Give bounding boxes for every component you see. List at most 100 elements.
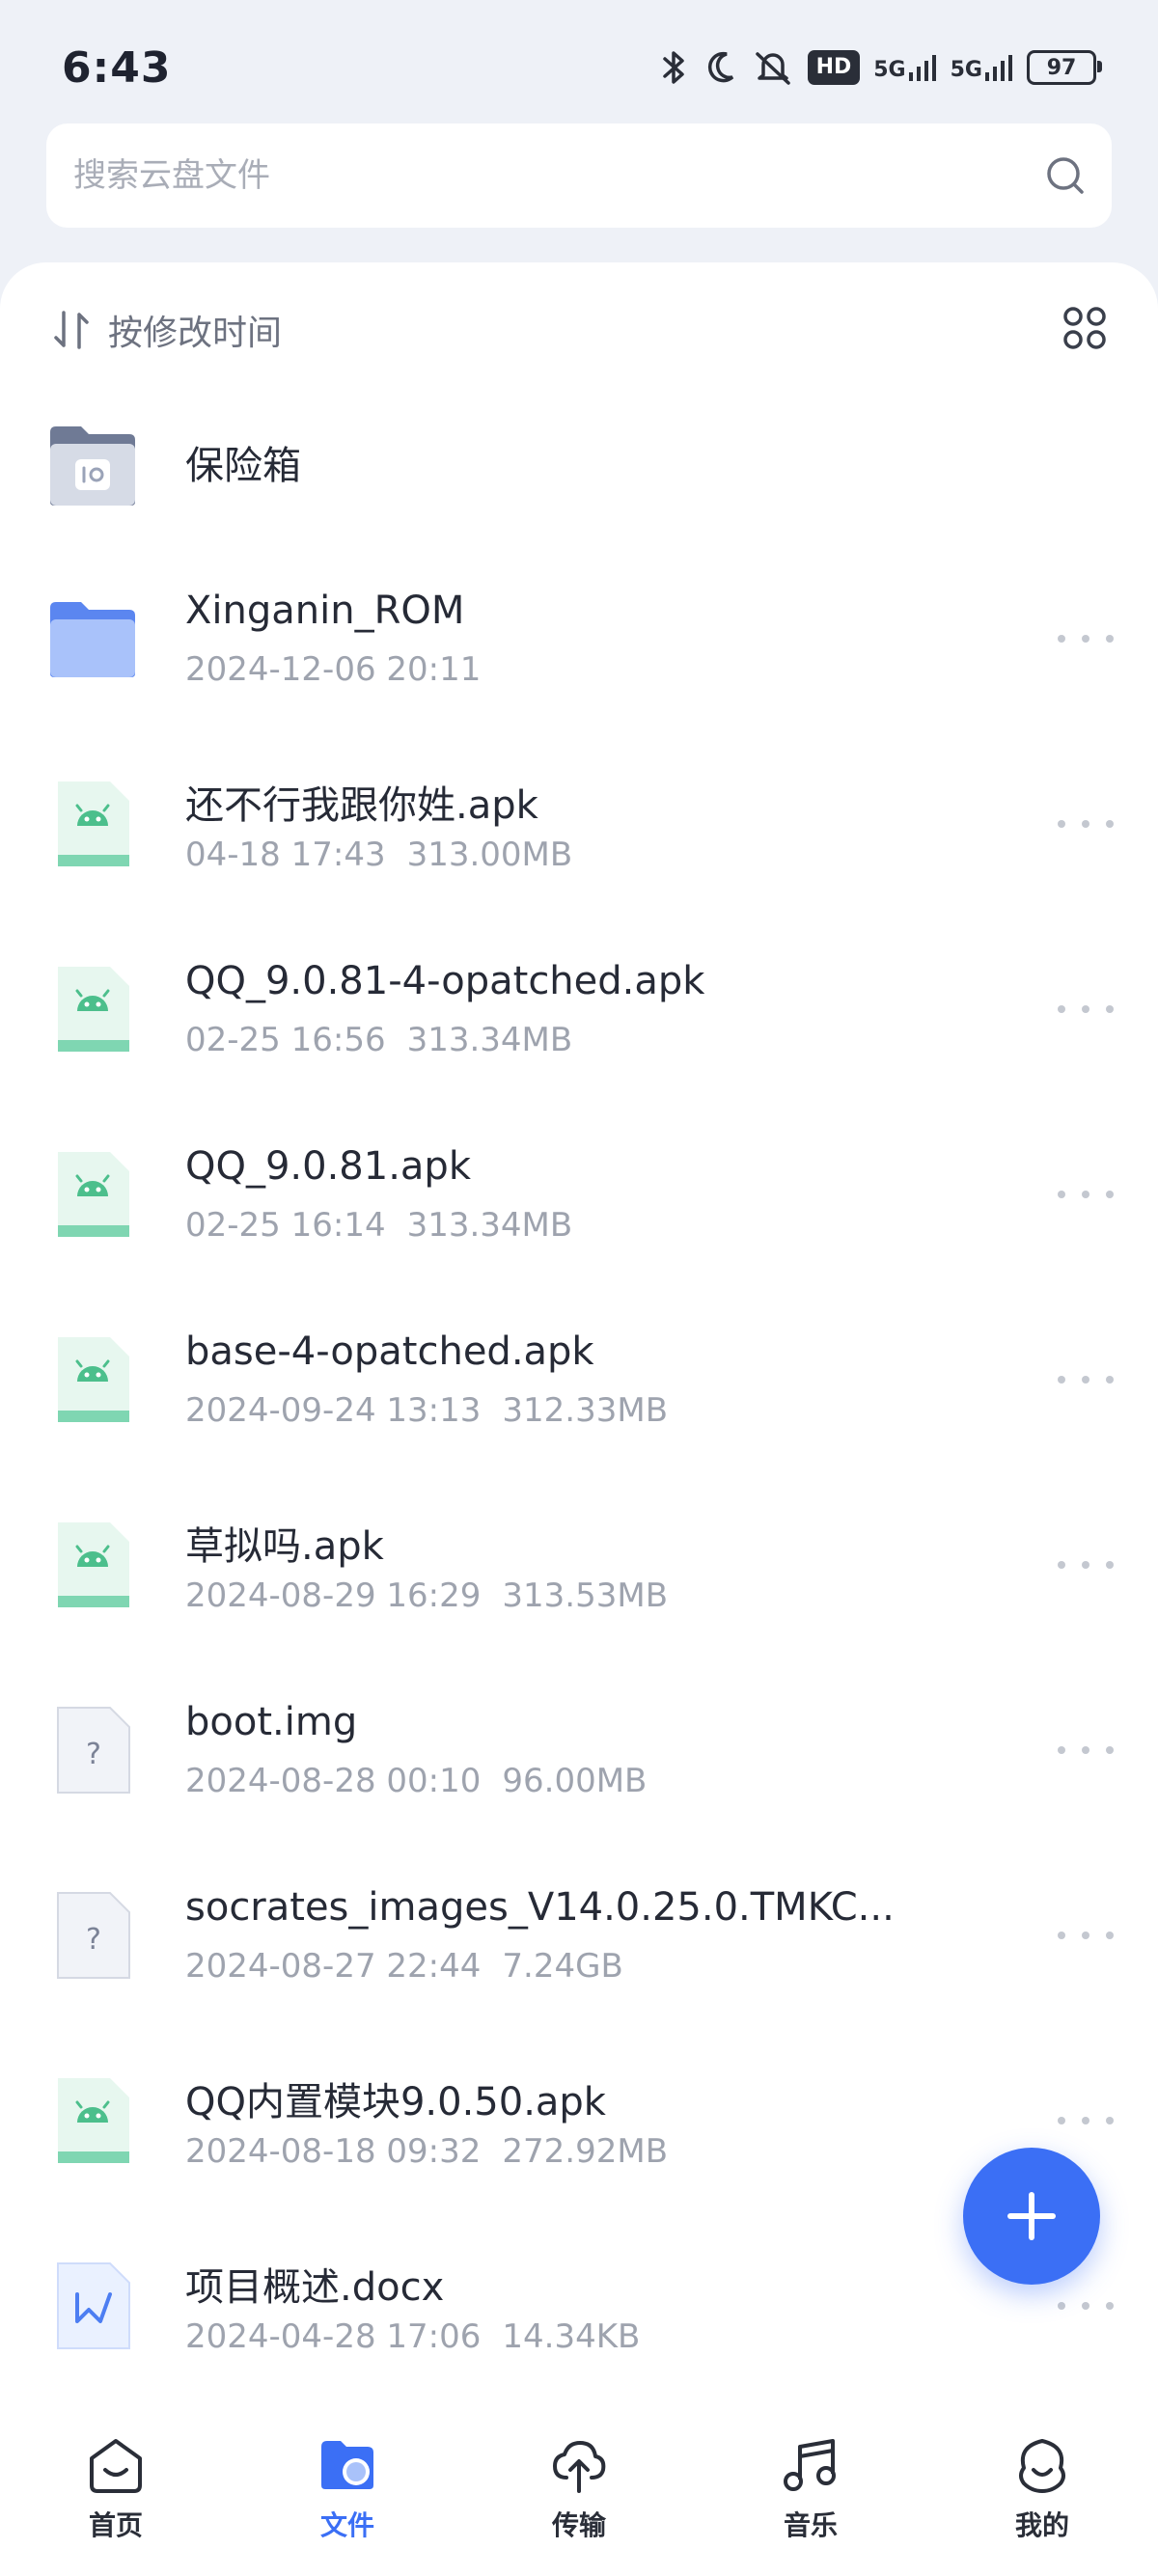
list-item-file[interactable]: ? socrates_images_V14.0.25.0.TMKC... 202… bbox=[0, 1843, 1158, 2028]
status-bar: 6:43 HD 5G 5G 97 bbox=[0, 0, 1158, 135]
more-options-button[interactable] bbox=[1058, 1179, 1114, 1210]
tab-label: 文件 bbox=[319, 2509, 374, 2541]
unknown-file-icon: ? bbox=[57, 1707, 130, 1794]
signal-2: 5G bbox=[951, 53, 1013, 82]
file-name: 还不行我跟你姓.apk bbox=[185, 783, 538, 828]
apk-file-icon bbox=[58, 967, 129, 1052]
tab-label: 我的 bbox=[1014, 2509, 1069, 2541]
file-name: Xinganin_ROM bbox=[185, 589, 465, 633]
hd-badge: HD bbox=[807, 50, 861, 85]
more-options-button[interactable] bbox=[1058, 994, 1114, 1025]
apk-file-icon bbox=[58, 1152, 129, 1237]
file-list: 保险箱 Xinganin_ROM 2024-12-06 20:11 还不行我跟你… bbox=[0, 384, 1158, 2398]
file-size: 313.00MB bbox=[406, 836, 573, 874]
file-name: 草拟吗.apk bbox=[185, 1524, 384, 1569]
sort-selector[interactable]: 按修改时间 bbox=[52, 301, 282, 359]
apk-file-icon bbox=[58, 781, 129, 866]
search-input[interactable] bbox=[71, 155, 1044, 196]
file-name: 保险箱 bbox=[185, 444, 301, 488]
file-meta: 02-25 16:14 313.34MB bbox=[185, 1206, 572, 1245]
file-meta: 2024-12-06 20:11 bbox=[185, 650, 481, 689]
file-date: 2024-08-28 00:10 bbox=[185, 1762, 482, 1800]
file-name: QQ_9.0.81-4-opatched.apk bbox=[185, 959, 705, 1003]
svg-text:?: ? bbox=[86, 1738, 101, 1771]
file-name: socrates_images_V14.0.25.0.TMKC... bbox=[185, 1885, 895, 1930]
file-date: 2024-12-06 20:11 bbox=[185, 650, 482, 689]
signal-2-label: 5G bbox=[950, 58, 982, 82]
tab-music[interactable]: 音乐 bbox=[695, 2414, 926, 2576]
status-icons: HD 5G 5G 97 bbox=[657, 48, 1102, 87]
file-date: 2024-09-24 13:13 bbox=[185, 1391, 482, 1430]
unknown-file-icon: ? bbox=[57, 1892, 130, 1979]
tab-label: 音乐 bbox=[783, 2509, 838, 2541]
signal-1-label: 5G bbox=[873, 58, 906, 82]
list-item-file[interactable]: QQ_9.0.81-4-opatched.apk 02-25 16:56 313.… bbox=[0, 917, 1158, 1102]
home-icon bbox=[90, 2439, 142, 2493]
file-date: 2024-08-29 16:29 bbox=[185, 1576, 482, 1615]
more-options-button[interactable] bbox=[1058, 1735, 1114, 1766]
search-bar[interactable] bbox=[46, 123, 1112, 228]
list-item-file[interactable]: base-4-opatched.apk 2024-09-24 13:13 312.… bbox=[0, 1287, 1158, 1472]
moon-icon bbox=[707, 51, 733, 83]
file-date: 04-18 17:43 bbox=[185, 836, 386, 874]
bottom-tab-bar: 首页 文件 传输 音乐 我的 bbox=[0, 2414, 1158, 2576]
tab-home[interactable]: 首页 bbox=[0, 2414, 232, 2576]
grid-view-icon[interactable] bbox=[1062, 305, 1108, 351]
more-options-button[interactable] bbox=[1058, 1364, 1114, 1395]
file-date: 2024-08-18 09:32 bbox=[185, 2132, 482, 2171]
file-size: 272.92MB bbox=[502, 2132, 669, 2171]
file-size: 313.34MB bbox=[406, 1021, 573, 1059]
tab-profile[interactable]: 我的 bbox=[926, 2414, 1158, 2576]
list-item-file[interactable]: ? boot.img 2024-08-28 00:10 96.00MB bbox=[0, 1658, 1158, 1843]
file-meta: 2024-09-24 13:13 312.33MB bbox=[185, 1391, 668, 1430]
tab-transfer[interactable]: 传输 bbox=[463, 2414, 695, 2576]
status-time: 6:43 bbox=[62, 42, 172, 93]
tab-label: 传输 bbox=[551, 2509, 606, 2541]
file-name: 项目概述.docx bbox=[185, 2265, 445, 2310]
file-meta: 2024-04-28 17:06 14.34KB bbox=[185, 2317, 640, 2356]
tab-label: 首页 bbox=[88, 2509, 143, 2541]
add-button[interactable] bbox=[963, 2148, 1100, 2285]
svg-text:?: ? bbox=[86, 1923, 101, 1957]
cloud-transfer-icon bbox=[553, 2441, 606, 2493]
more-options-button[interactable] bbox=[1058, 2105, 1114, 2136]
file-name: QQ内置模块9.0.50.apk bbox=[185, 2080, 606, 2124]
list-item-file[interactable]: QQ_9.0.81.apk 02-25 16:14 313.34MB bbox=[0, 1102, 1158, 1287]
file-meta: 2024-08-29 16:29 313.53MB bbox=[185, 1576, 668, 1615]
list-item-file[interactable]: 还不行我跟你姓.apk 04-18 17:43 313.00MB bbox=[0, 731, 1158, 917]
signal-1: 5G bbox=[873, 53, 936, 82]
list-item-folder[interactable]: Xinganin_ROM 2024-12-06 20:11 bbox=[0, 546, 1158, 731]
plus-icon bbox=[1007, 2192, 1056, 2240]
sort-icon bbox=[54, 311, 89, 349]
file-date: 02-25 16:14 bbox=[185, 1206, 386, 1245]
search-icon[interactable] bbox=[1044, 154, 1087, 197]
more-options-button[interactable] bbox=[1058, 1549, 1114, 1580]
file-list-panel: 按修改时间 保险箱 Xinganin_ROM 2024-12-06 20:11 … bbox=[0, 262, 1158, 2414]
file-date: 02-25 16:56 bbox=[185, 1021, 386, 1059]
tab-files[interactable]: 文件 bbox=[232, 2414, 463, 2576]
battery-indicator: 97 bbox=[1027, 50, 1102, 85]
apk-file-icon bbox=[58, 2078, 129, 2163]
file-size: 313.53MB bbox=[502, 1576, 669, 1615]
list-item-vault[interactable]: 保险箱 bbox=[0, 384, 1158, 546]
folder-icon bbox=[321, 2441, 373, 2489]
file-name: boot.img bbox=[185, 1700, 358, 1744]
more-options-button[interactable] bbox=[1058, 2290, 1114, 2321]
sort-label: 按修改时间 bbox=[108, 314, 283, 353]
file-meta: 02-25 16:56 313.34MB bbox=[185, 1021, 572, 1059]
more-options-button[interactable] bbox=[1058, 623, 1114, 654]
signal-bars-icon bbox=[908, 55, 936, 81]
file-size: 313.34MB bbox=[406, 1206, 573, 1245]
list-item-file[interactable]: 草拟吗.apk 2024-08-29 16:29 313.53MB bbox=[0, 1472, 1158, 1658]
file-size: 312.33MB bbox=[502, 1391, 669, 1430]
file-name: QQ_9.0.81.apk bbox=[185, 1144, 471, 1189]
apk-file-icon bbox=[58, 1522, 129, 1607]
mute-bell-icon bbox=[755, 52, 790, 85]
more-options-button[interactable] bbox=[1058, 808, 1114, 839]
file-size: 96.00MB bbox=[502, 1762, 648, 1800]
signal-bars-icon bbox=[985, 55, 1012, 81]
folder-icon bbox=[50, 602, 135, 677]
music-icon bbox=[784, 2439, 836, 2491]
more-options-button[interactable] bbox=[1058, 1920, 1114, 1951]
file-meta: 2024-08-27 22:44 7.24GB bbox=[185, 1947, 623, 1986]
